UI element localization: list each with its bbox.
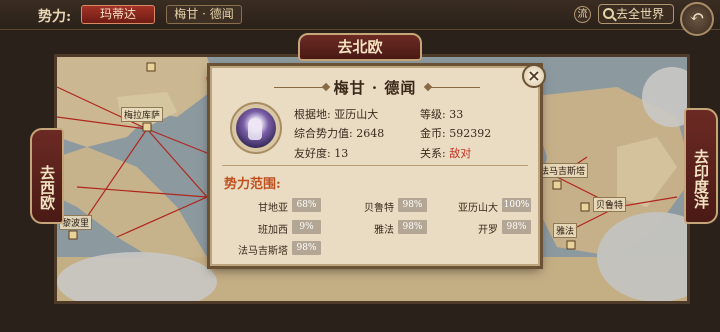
go-north-europe-button[interactable]: 去北欧 [298,33,422,61]
territory-name: 雅法 [374,225,394,236]
friendship-label: 友好度: [294,147,331,160]
territory-name: 贝鲁特 [364,203,394,214]
territory-percent: 98% [398,198,427,212]
faction-label: 势力: [38,9,72,25]
go-world-button[interactable]: 去全世界 [598,4,674,24]
territory-percent: 98% [502,220,531,234]
back-button[interactable]: ↶ [680,2,714,36]
friendship-value: 13 [334,147,349,160]
level-label: 等级: [420,108,446,121]
home-base-value: 亚历山大 [334,108,379,121]
relation-label: 关系: [420,147,446,160]
territory-percent: 98% [292,241,321,255]
level-stat: 等级: 33 [420,106,463,122]
map-city-label[interactable]: 贝鲁特 [593,197,627,212]
home-base-stat: 根据地: 亚历山大 [294,106,378,122]
map-city-label[interactable]: 梅拉库萨 [121,107,164,122]
territory-name: 亚历山大 [458,203,498,214]
territory-percent: 98% [398,220,427,234]
power-stat: 综合势力值: 2648 [294,125,384,141]
power-value: 2648 [356,127,385,140]
go-world-label: 去全世界 [616,7,665,21]
close-button[interactable]: × [522,64,546,88]
dialog-title: 梅甘 · 德闻 [333,79,417,97]
territory-percent: 9% [292,220,321,234]
divider [222,165,528,166]
territory-name: 甘地亚 [258,203,288,214]
home-base-label: 根据地: [294,108,331,121]
go-indian-ocean-button[interactable]: 去印度洋 [684,108,718,224]
relation-value: 敌对 [449,147,472,160]
avatar [236,108,276,148]
territory-percent: 68% [292,198,321,212]
top-bar: 势力: 玛蒂达 梅甘 · 德闻 流 去全世界 ↶ [0,0,720,36]
relation-stat: 关系: 敌对 [420,145,471,161]
search-icon [603,8,614,19]
faction-info-dialog: 梅甘 · 德闻 × 根据地: 亚历山大 等级: 33 综合势力值: 2648 金… [210,64,546,266]
territory-name: 法马吉斯塔 [238,246,288,257]
territory-name: 开罗 [478,225,498,236]
back-arrow-icon: ↶ [689,7,705,28]
close-icon: × [527,66,541,85]
current-player-name[interactable]: 梅甘 · 德闻 [166,5,242,24]
gold-value: 592392 [449,127,492,140]
avatar-frame [230,102,282,154]
faction-name-button[interactable]: 玛蒂达 [81,5,155,24]
title-ornament-right [428,87,480,88]
power-label: 综合势力值: [294,127,353,140]
map-city-label[interactable]: 雅法 [553,223,578,238]
go-west-europe-button[interactable]: 去西欧 [30,128,64,224]
stream-button[interactable]: 流 [574,6,591,23]
territory-name: 班加西 [258,225,288,236]
map-city-label[interactable]: 法马吉斯塔 [537,163,589,178]
level-value: 33 [449,108,464,121]
territory-section-title: 势力范围: [224,177,281,192]
gold-stat: 金币: 592392 [420,125,491,141]
gold-label: 金币: [420,127,446,140]
territory-percent: 100% [502,198,531,212]
friendship-stat: 友好度: 13 [294,145,348,161]
